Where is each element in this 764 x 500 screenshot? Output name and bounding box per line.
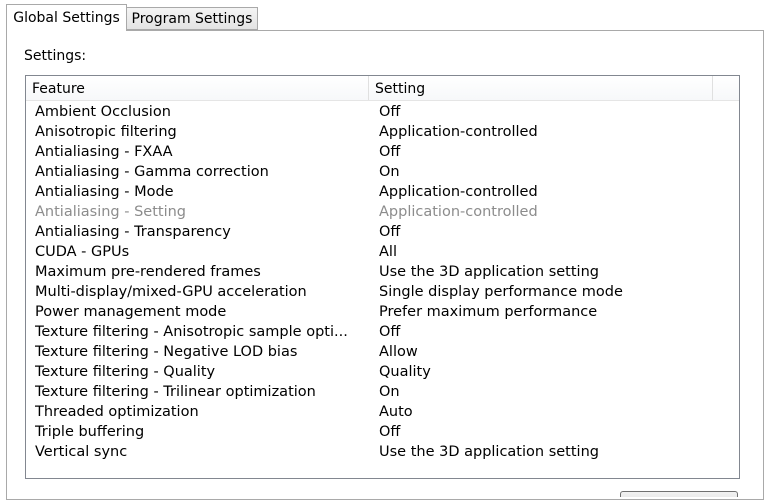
table-row[interactable]: Power management mode Prefer maximum perf…	[26, 302, 739, 322]
settings-label: Settings:	[24, 48, 87, 64]
feature-cell: Antialiasing - Mode	[35, 184, 174, 200]
feature-cell: Threaded optimization	[35, 404, 199, 420]
feature-cell: Antialiasing - FXAA	[35, 144, 173, 160]
column-header-setting[interactable]: Setting	[369, 76, 713, 100]
table-row[interactable]: Threaded optimization Auto	[26, 402, 739, 422]
column-header-filler	[713, 76, 739, 100]
setting-cell[interactable]: All	[379, 242, 719, 262]
list-rows: Ambient Occlusion Off Anisotropic filterin…	[26, 102, 739, 462]
feature-cell: Triple buffering	[35, 424, 145, 440]
setting-cell[interactable]: Use the 3D application setting	[379, 262, 719, 282]
table-row[interactable]: Texture filtering - Trilinear optimizati…	[26, 382, 739, 402]
setting-cell[interactable]: Application-controlled	[379, 182, 719, 202]
table-row[interactable]: Triple buffering Off	[26, 422, 739, 442]
setting-cell[interactable]: Application-controlled	[379, 202, 719, 222]
table-row[interactable]: Antialiasing - Gamma correction On	[26, 162, 739, 182]
table-row[interactable]: Antialiasing - Transparency Off	[26, 222, 739, 242]
column-header-feature[interactable]: Feature	[26, 76, 369, 100]
setting-cell[interactable]: Auto	[379, 402, 719, 422]
feature-cell: Texture filtering - Negative LOD bias	[35, 344, 298, 360]
table-row[interactable]: Ambient Occlusion Off	[26, 102, 739, 122]
tab-strip: Global Settings Program Settings	[0, 0, 764, 31]
feature-cell: Texture filtering - Trilinear optimizati…	[35, 384, 316, 400]
setting-cell[interactable]: Off	[379, 422, 719, 442]
table-row[interactable]: Multi-display/mixed-GPU acceleration Sing…	[26, 282, 739, 302]
feature-cell: Vertical sync	[35, 444, 128, 460]
setting-cell[interactable]: Prefer maximum performance	[379, 302, 719, 322]
tab-global-settings[interactable]: Global Settings	[6, 4, 127, 31]
table-row[interactable]: Texture filtering - Anisotropic sample o…	[26, 322, 739, 342]
tab-program-settings[interactable]: Program Settings	[127, 7, 258, 30]
table-row[interactable]: Texture filtering - Quality Quality	[26, 362, 739, 382]
setting-cell[interactable]: Quality	[379, 362, 719, 382]
feature-cell: Power management mode	[35, 304, 227, 320]
settings-list[interactable]: Feature Setting Ambient Occlusion Off Anis…	[25, 75, 740, 479]
feature-cell: Antialiasing - Transparency	[35, 224, 231, 240]
feature-cell: Antialiasing - Gamma correction	[35, 164, 269, 180]
feature-cell: Anisotropic filtering	[35, 124, 177, 140]
setting-cell[interactable]: Off	[379, 142, 719, 162]
setting-cell[interactable]: Use the 3D application setting	[379, 442, 719, 462]
table-row[interactable]: Anisotropic filtering Application-control…	[26, 122, 739, 142]
table-row[interactable]: Vertical sync Use the 3D application sett…	[26, 442, 739, 462]
table-row[interactable]: Antialiasing - Mode Application-controlle…	[26, 182, 739, 202]
feature-cell: CUDA - GPUs	[35, 244, 130, 260]
restore-button[interactable]	[620, 491, 738, 497]
feature-cell: Texture filtering - Quality	[35, 364, 216, 380]
feature-cell: Ambient Occlusion	[35, 104, 171, 120]
feature-cell: Multi-display/mixed-GPU acceleration	[35, 284, 307, 300]
setting-cell[interactable]: Application-controlled	[379, 122, 719, 142]
table-row[interactable]: Antialiasing - Setting Application-contro…	[26, 202, 739, 222]
setting-cell[interactable]: On	[379, 382, 719, 402]
list-header: Feature Setting	[26, 76, 739, 101]
table-row[interactable]: Antialiasing - FXAA Off	[26, 142, 739, 162]
setting-cell[interactable]: Off	[379, 222, 719, 242]
setting-cell[interactable]: Off	[379, 322, 719, 342]
setting-cell[interactable]: Single display performance mode	[379, 282, 719, 302]
feature-cell: Maximum pre-rendered frames	[35, 264, 261, 280]
table-row[interactable]: Texture filtering - Negative LOD bias All…	[26, 342, 739, 362]
table-row[interactable]: Maximum pre-rendered frames Use the 3D ap…	[26, 262, 739, 282]
feature-cell: Texture filtering - Anisotropic sample o…	[35, 324, 348, 340]
table-row[interactable]: CUDA - GPUs All	[26, 242, 739, 262]
setting-cell[interactable]: Allow	[379, 342, 719, 362]
setting-cell[interactable]: Off	[379, 102, 719, 122]
setting-cell[interactable]: On	[379, 162, 719, 182]
feature-cell: Antialiasing - Setting	[35, 204, 186, 220]
